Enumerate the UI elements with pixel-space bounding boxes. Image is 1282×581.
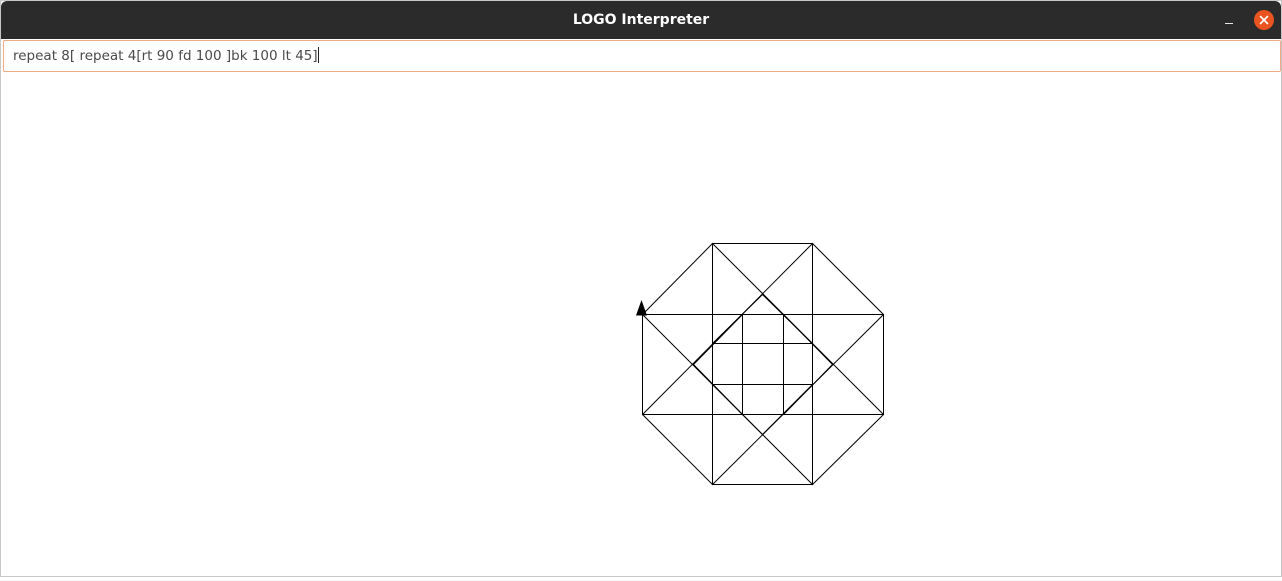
close-icon <box>1259 15 1269 25</box>
app-window: LOGO Interpreter repeat 8[ repeat 4[rt 9… <box>0 0 1282 577</box>
turtle-drawing <box>636 242 885 486</box>
drawing-lines <box>641 242 885 486</box>
title-bar[interactable]: LOGO Interpreter <box>1 1 1281 39</box>
drawn-line <box>811 413 885 486</box>
minimize-button[interactable] <box>1219 10 1239 30</box>
drawn-line <box>782 313 834 366</box>
command-text: repeat 8[ repeat 4[rt 90 fd 100 ]bk 100 … <box>13 48 318 64</box>
drawn-line <box>692 313 744 366</box>
close-button[interactable] <box>1254 10 1274 30</box>
drawn-line <box>811 242 885 316</box>
drawn-line <box>641 413 714 486</box>
drawn-line <box>692 363 744 416</box>
text-caret <box>317 47 319 63</box>
turtle-triangle-icon <box>636 300 647 316</box>
drawing-canvas[interactable] <box>2 73 1282 577</box>
command-input[interactable]: repeat 8[ repeat 4[rt 90 fd 100 ]bk 100 … <box>3 40 1281 72</box>
minimize-icon <box>1225 23 1233 24</box>
drawn-line <box>782 363 834 416</box>
window-title: LOGO Interpreter <box>572 12 710 28</box>
drawn-line <box>641 242 714 316</box>
